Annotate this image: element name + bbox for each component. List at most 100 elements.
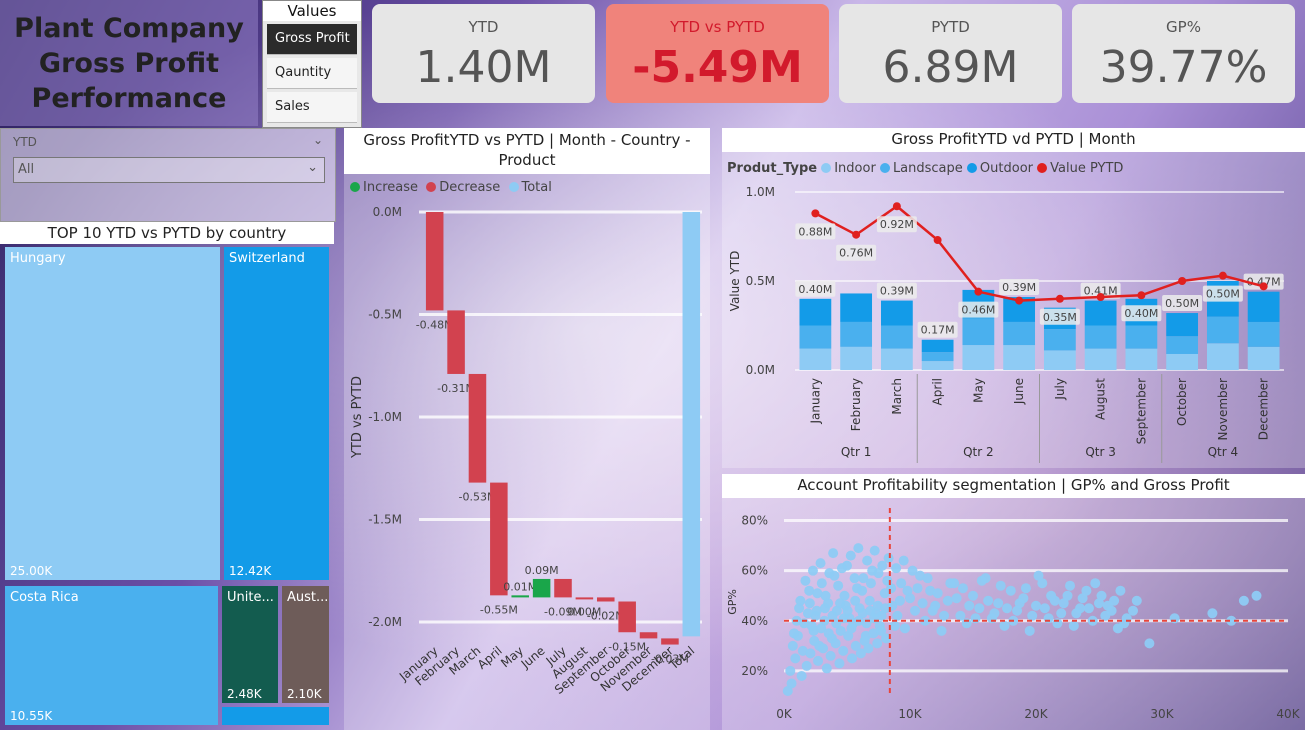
stacked-bar-segment: [1125, 325, 1158, 349]
stacked-bar-segment: [962, 318, 995, 346]
treemap-tile-other[interactable]: [222, 707, 329, 725]
legend-item: Decrease: [439, 180, 501, 195]
stacked-bar-segment: [799, 325, 832, 349]
values-item-gross-profit[interactable]: Gross Profit: [267, 24, 357, 55]
y-tick-label: 0.5M: [746, 274, 775, 288]
scatter-point: [927, 605, 938, 616]
scatter-point: [815, 558, 826, 569]
scatter-point: [836, 563, 847, 574]
kpi-value: -5.49M: [632, 42, 803, 93]
scatter-point: [1014, 598, 1025, 609]
treemap-tile-united[interactable]: Unite... 2.48K: [222, 586, 278, 703]
scatter-point: [823, 628, 834, 639]
y-tick-label: 60%: [741, 564, 768, 578]
stacked-bar-segment: [1166, 336, 1199, 354]
y-tick-label: 1.0M: [746, 185, 775, 199]
collapse-chevron-icon[interactable]: ⌄: [313, 133, 323, 147]
scatter-point: [1096, 590, 1107, 601]
scatter-point: [983, 595, 994, 606]
stacked-bar-segment: [1043, 350, 1076, 370]
scatter-point: [1131, 595, 1142, 606]
data-label: 0.17M: [921, 324, 955, 337]
stacked-bar-segment: [1084, 348, 1117, 370]
scatter-point: [968, 590, 978, 601]
title-line-1: Plant Company: [14, 12, 244, 44]
scatter-point: [1068, 620, 1079, 631]
stacked-bar-segment: [1206, 343, 1239, 370]
scatter-point: [816, 578, 827, 589]
scatter-point: [872, 638, 883, 649]
scatter-point: [785, 665, 796, 676]
kpi-label: GP%: [1166, 18, 1201, 36]
stacked-bar-segment: [1247, 321, 1280, 347]
ytd-dropdown[interactable]: All ⌄: [13, 157, 325, 183]
stacked-bar-segment: [921, 339, 954, 353]
legend-item: Outdoor: [979, 161, 1033, 176]
scatter-point: [782, 685, 793, 696]
waterfall-bar: [425, 212, 444, 311]
waterfall-bar: [575, 597, 594, 600]
treemap-tile-australia[interactable]: Aust... 2.10K: [282, 586, 329, 703]
stacked-bar-segment: [880, 300, 913, 326]
waterfall-bar: [554, 578, 572, 598]
values-item-quantity[interactable]: Qauntity: [267, 58, 357, 89]
x-tick-label: 10K: [898, 707, 922, 721]
pytd-point: [1137, 291, 1146, 300]
scatter-point: [1039, 603, 1050, 614]
waterfall-bar: [661, 638, 679, 645]
scatter-point: [912, 583, 923, 594]
waterfall-chart: 0.0M-0.5M-1.0M-1.5M-2.0MYTD vs PYTD-0.48…: [350, 205, 702, 697]
pytd-point: [933, 236, 942, 245]
tile-name: Unite...: [227, 590, 274, 605]
kpi-card-ytd-vs-pytd[interactable]: YTD vs PYTD -5.49M: [606, 4, 829, 103]
treemap-tile-costa-rica[interactable]: Costa Rica 10.55K: [5, 586, 218, 725]
treemap-tile-hungary[interactable]: Hungary 25.00K: [5, 247, 220, 580]
tile-name: Switzerland: [229, 251, 305, 266]
x-tick-label: 40K: [1276, 707, 1300, 721]
stacked-bar-segment: [1003, 321, 1036, 346]
scatter-point: [853, 543, 864, 554]
combo-title: Gross ProfitYTD vd PYTD | Month: [722, 128, 1305, 152]
data-label: 0.50M: [1165, 297, 1199, 310]
data-label: 0.35M: [1043, 311, 1077, 324]
x-tick-label: 20K: [1024, 707, 1048, 721]
y-tick-label: -1.0M: [368, 410, 402, 424]
kpi-label: YTD vs PYTD: [670, 18, 765, 36]
treemap-tile-switzerland[interactable]: Switzerland 12.42K: [224, 247, 329, 580]
stacked-bar-segment: [921, 352, 954, 362]
y-tick-label: -0.5M: [368, 308, 402, 322]
waterfall-bar: [490, 482, 508, 596]
x-tick-label: April: [931, 378, 945, 405]
tile-name: Aust...: [287, 590, 329, 605]
data-label: 0.40M: [798, 283, 832, 296]
data-label: 0.39M: [1002, 281, 1036, 294]
kpi-card-ytd[interactable]: YTD 1.40M: [372, 4, 595, 103]
scatter-point: [1002, 603, 1013, 614]
waterfall-legend: Increase Decrease Total: [350, 180, 552, 195]
tile-value: 25.00K: [10, 564, 53, 578]
scatter-point: [1033, 570, 1044, 581]
stacked-bar-segment: [1043, 329, 1076, 351]
ytd-slicer: YTD ⌄ All ⌄: [0, 128, 336, 222]
scatter-point: [889, 620, 900, 631]
scatter-point: [957, 583, 968, 594]
kpi-card-gp-percent[interactable]: GP% 39.77%: [1072, 4, 1295, 103]
scatter-point: [1046, 590, 1057, 601]
scatter-point: [835, 598, 846, 609]
scatter-point: [910, 605, 921, 616]
scatter-point: [830, 638, 841, 649]
scatter-point: [834, 658, 845, 669]
scatter-point: [863, 643, 874, 654]
scatter-point: [857, 585, 868, 596]
values-item-sales[interactable]: Sales: [267, 92, 357, 123]
scatter-point: [891, 563, 902, 574]
scatter-point: [1058, 598, 1069, 609]
data-label: 0.88M: [798, 225, 832, 238]
waterfall-bar: [532, 578, 551, 598]
y-axis-title: YTD vs PYTD: [350, 376, 365, 459]
scatter-point: [825, 650, 836, 661]
data-label: 0.09M: [525, 564, 559, 577]
kpi-label: YTD: [468, 18, 499, 36]
kpi-card-pytd[interactable]: PYTD 6.89M: [839, 4, 1062, 103]
legend-title: Produt_Type: [727, 161, 818, 176]
